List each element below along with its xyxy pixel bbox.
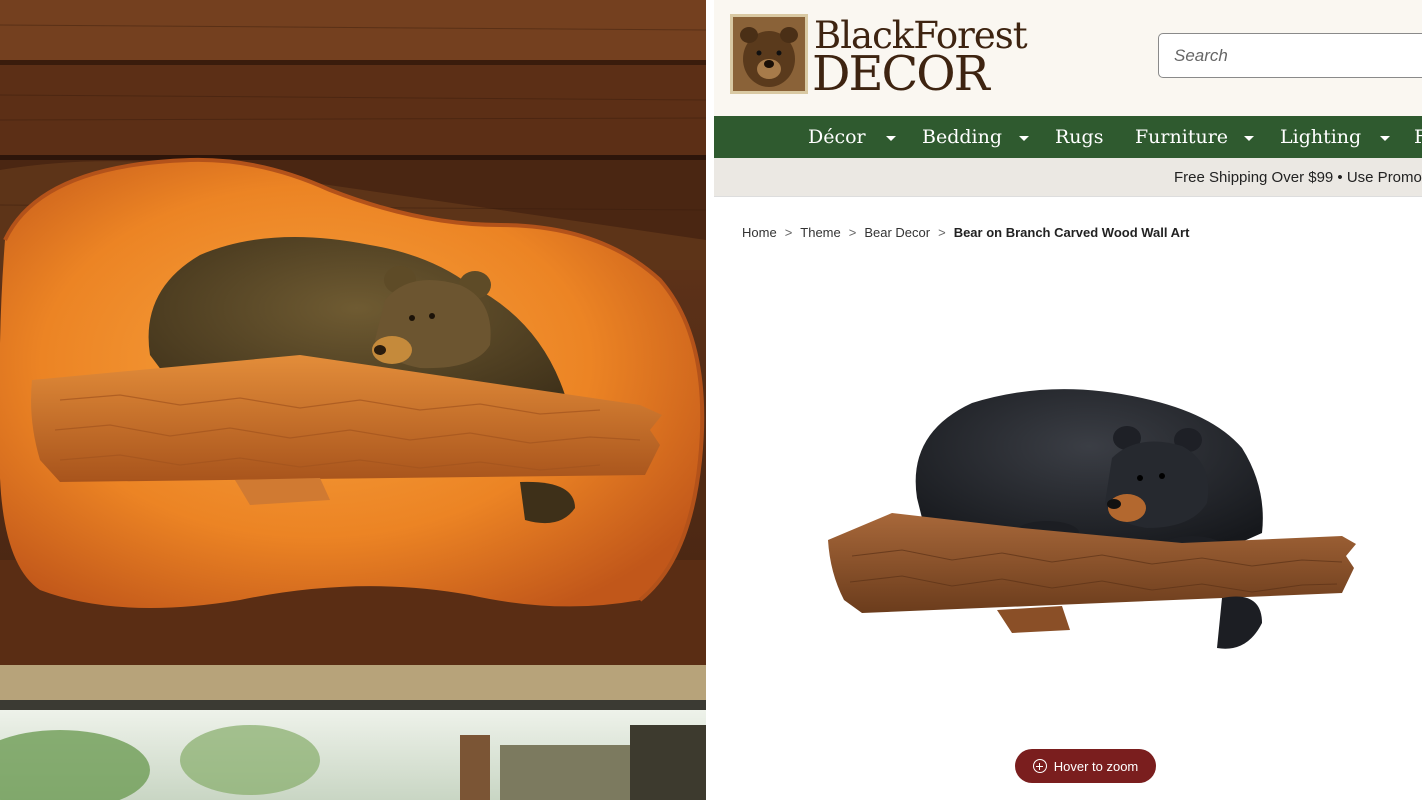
site-header: BlackForest DECOR: [714, 0, 1422, 116]
breadcrumb-separator: >: [938, 224, 946, 240]
nav-item-decor[interactable]: Décor: [808, 116, 866, 158]
breadcrumb-current: Bear on Branch Carved Wood Wall Art: [953, 224, 1190, 240]
image-divider: [706, 0, 714, 800]
breadcrumb-separator: >: [784, 224, 793, 240]
hover-to-zoom-button[interactable]: Hover to zoom: [1015, 749, 1156, 783]
promo-text: Free Shipping Over $99 • Use Promo: [1174, 169, 1422, 186]
nav-item-bedding[interactable]: Bedding: [922, 116, 1002, 158]
breadcrumb-bear-decor[interactable]: Bear Decor: [864, 225, 930, 240]
website: BlackForest DECOR Décor Bedding Rugs Fur…: [714, 0, 1422, 800]
nav-item-label: Décor: [808, 126, 866, 148]
zoom-in-icon: [1032, 759, 1047, 773]
wall-art-photo: [0, 0, 706, 800]
breadcrumb-home[interactable]: Home: [742, 225, 777, 240]
breadcrumb-separator: >: [848, 224, 857, 240]
nav-item-label: F: [1414, 126, 1422, 148]
chevron-down-icon[interactable]: [886, 136, 896, 141]
promo-bar: Free Shipping Over $99 • Use Promo: [714, 158, 1422, 197]
nav-item-rugs[interactable]: Rugs: [1055, 116, 1103, 158]
search-input[interactable]: [1158, 33, 1422, 78]
wall-art-photo-illustration: [0, 0, 706, 800]
nav-item-label: Bedding: [922, 126, 1003, 148]
chevron-down-icon[interactable]: [1380, 136, 1390, 141]
breadcrumb-theme[interactable]: Theme: [800, 225, 840, 240]
nav-item-furniture[interactable]: Furniture: [1135, 116, 1228, 158]
bear-logo-icon: [730, 14, 808, 94]
chevron-down-icon[interactable]: [1019, 136, 1029, 141]
logo-wordmark-line2: DECOR: [812, 46, 990, 102]
nav-item-label: Furniture: [1135, 126, 1229, 148]
hover-to-zoom-label: Hover to zoom: [1053, 758, 1139, 774]
nav-item-label: Lighting: [1280, 126, 1362, 148]
nav-item-lighting[interactable]: Lighting: [1280, 116, 1361, 158]
product-image[interactable]: [822, 378, 1362, 668]
chevron-down-icon[interactable]: [1244, 136, 1254, 141]
nav-item-label: Rugs: [1055, 126, 1104, 148]
breadcrumb: Home > Theme > Bear Decor > Bear on Bran…: [742, 222, 1189, 242]
main-nav: Décor Bedding Rugs Furniture Lighting F: [714, 116, 1422, 158]
site-logo[interactable]: BlackForest DECOR: [730, 14, 1030, 98]
nav-item-more[interactable]: F: [1414, 116, 1422, 158]
product-image-illustration: [828, 389, 1356, 649]
